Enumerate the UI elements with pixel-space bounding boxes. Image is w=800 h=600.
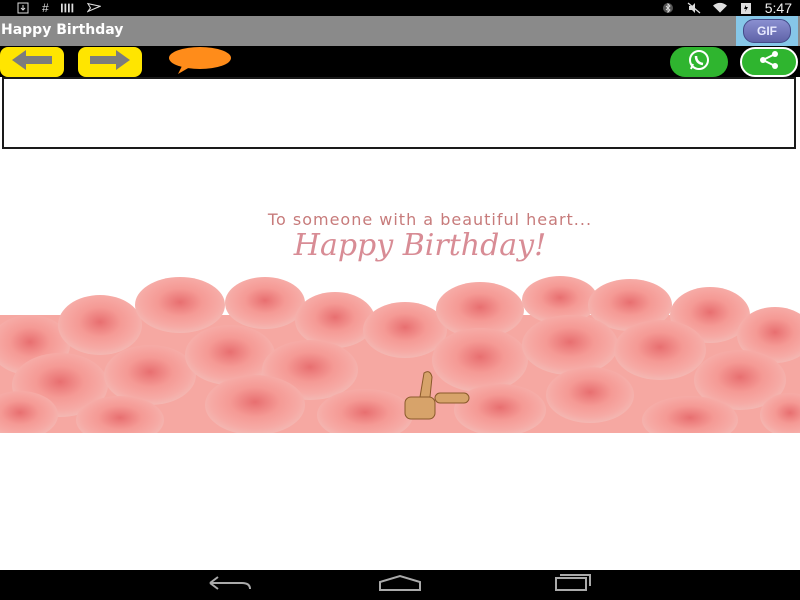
nav-back-button[interactable]: [200, 575, 260, 595]
recents-icon: [546, 573, 594, 597]
next-button[interactable]: [78, 47, 142, 77]
whatsapp-button[interactable]: [670, 47, 728, 77]
hash-icon: #: [42, 1, 49, 15]
status-right-icons: 5:47: [661, 0, 792, 16]
back-icon: [206, 575, 254, 596]
wifi-icon: [712, 2, 727, 14]
message-input[interactable]: [2, 77, 796, 149]
battery-icon: [739, 2, 753, 14]
gif-button-label: GIF: [743, 19, 791, 43]
greeting-card-image: To someone with a beautiful heart... Hap…: [0, 200, 800, 433]
home-icon: [376, 574, 424, 597]
send-icon: [86, 2, 101, 14]
roses-illustration: [0, 276, 800, 433]
arrow-right-icon: [88, 48, 132, 77]
share-button[interactable]: [740, 47, 798, 77]
status-left-icons: #: [16, 0, 101, 16]
share-icon: [758, 50, 780, 75]
gif-button[interactable]: GIF: [736, 16, 798, 46]
mute-icon: [687, 2, 701, 14]
bluetooth-icon: [661, 2, 675, 14]
whatsapp-icon: [688, 49, 710, 76]
speech-bubble-icon: [168, 46, 232, 79]
previous-button[interactable]: [0, 47, 64, 77]
card-title: Happy Birthday!: [293, 228, 547, 263]
arrow-left-icon: [10, 48, 54, 77]
barcode-icon: [60, 2, 75, 14]
clock: 5:47: [764, 0, 792, 16]
nav-home-button[interactable]: [370, 574, 430, 597]
comment-button[interactable]: [168, 46, 232, 79]
page-title: Happy Birthday: [1, 22, 124, 38]
app-bar: Happy Birthday: [0, 16, 800, 46]
download-icon: [16, 2, 30, 14]
status-bar: # 5:47: [0, 0, 800, 16]
card-subtitle: To someone with a beautiful heart...: [267, 210, 593, 229]
nav-recents-button[interactable]: [540, 573, 600, 597]
